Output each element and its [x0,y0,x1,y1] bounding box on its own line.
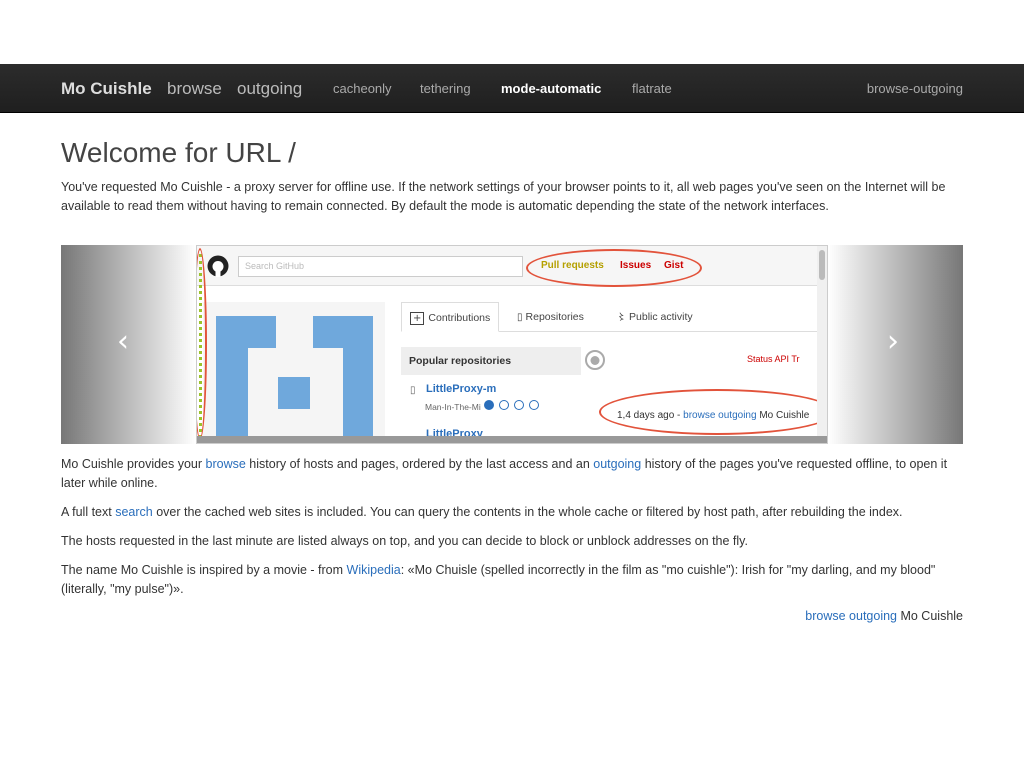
book-icon: ▯ [517,312,523,323]
slide-search-box: Search GitHub [238,256,523,277]
carousel-indicator[interactable] [529,400,539,410]
nav-tethering[interactable]: tethering [420,64,471,113]
nav-browse[interactable]: browse [167,64,222,113]
slide-tab-repositories: ▯ Repositories [509,302,592,332]
browse-paragraph-text-b: history of hosts and pages, ordered by t… [245,457,594,471]
carousel-indicator[interactable] [484,400,494,410]
name-paragraph-text-a: The name Mo Cuishle is inspired by a mov… [61,563,347,577]
search-paragraph-text-b: over the cached web sites is included. Y… [152,505,903,519]
navbar-inner: Mo Cuishle browse outgoing cacheonly tet… [61,64,963,113]
footer-browse-outgoing-link[interactable]: browse outgoing [805,609,897,623]
search-paragraph: A full text search over the cached web s… [61,503,963,522]
slide-scrollbar-thumb [819,250,825,280]
browse-paragraph: Mo Cuishle provides your browse history … [61,455,963,494]
search-paragraph-text-a: A full text [61,505,116,519]
plus-box-icon: + [410,312,425,325]
nav-mode-automatic[interactable]: mode-automatic [501,64,601,113]
identicon-icon [216,316,373,443]
highlight-ellipse-top [526,249,702,287]
slide-tab-public-activity-label: Public activity [629,311,693,323]
page-title: Welcome for URL / [61,137,296,168]
nav-flatrate[interactable]: flatrate [632,64,672,113]
intro-paragraph: You've requested Mo Cuishle - a proxy se… [61,180,946,214]
slide-tab-repositories-label: Repositories [525,311,584,323]
slide-popular-repositories: Popular repositories [401,347,581,375]
hosts-paragraph: The hosts requested in the last minute a… [61,534,748,548]
nav-browse-outgoing[interactable]: browse-outgoing [867,64,963,113]
browse-link[interactable]: browse [206,457,246,471]
slide-repo1-sub: Man-In-The-Mi [425,402,481,412]
github-octocat-icon [585,350,605,370]
carousel-indicator[interactable] [514,400,524,410]
carousel-slide-image: Search GitHub Pull requests Issues Gist … [196,245,828,444]
screenshot-carousel: Search GitHub Pull requests Issues Gist … [61,245,963,444]
carousel-indicator[interactable] [499,400,509,410]
footer-signature: browse outgoing Mo Cuishle [805,609,963,623]
slide-bottom-bar [197,436,827,443]
slide-tab-contributions: + Contributions [401,302,500,332]
rss-icon: 〻 [617,313,627,323]
github-logo-icon [207,255,229,277]
top-navbar: Mo Cuishle browse outgoing cacheonly tet… [0,64,1024,113]
highlight-ellipse-bottom [599,389,827,435]
browse-paragraph-text-a: Mo Cuishle provides your [61,457,206,471]
slide-github-header: Search GitHub Pull requests Issues Gist [197,246,827,286]
repo-icon: ▯ [410,385,416,396]
wikipedia-link[interactable]: Wikipedia [347,563,401,577]
chevron-left-icon[interactable]: ‹ [117,327,129,357]
outgoing-link[interactable]: outgoing [593,457,641,471]
slide-profile-tabs: + Contributions ▯ Repositories 〻 Public act… [401,302,817,332]
nav-outgoing[interactable]: outgoing [237,64,302,113]
footer-brand-text: Mo Cuishle [897,609,963,623]
name-paragraph: The name Mo Cuishle is inspired by a mov… [61,561,963,600]
slide-footer-links: Status API Tr [747,354,800,364]
brand-link[interactable]: Mo Cuishle [61,64,152,113]
slide-tab-contributions-label: Contributions [428,312,491,324]
slide-repo1: LittleProxy-m [426,383,497,395]
search-link[interactable]: search [115,505,153,519]
slide-avatar [203,302,385,443]
nav-cacheonly[interactable]: cacheonly [333,64,392,113]
chevron-right-icon[interactable]: › [887,327,899,357]
slide-tab-public-activity: 〻 Public activity [609,302,701,332]
